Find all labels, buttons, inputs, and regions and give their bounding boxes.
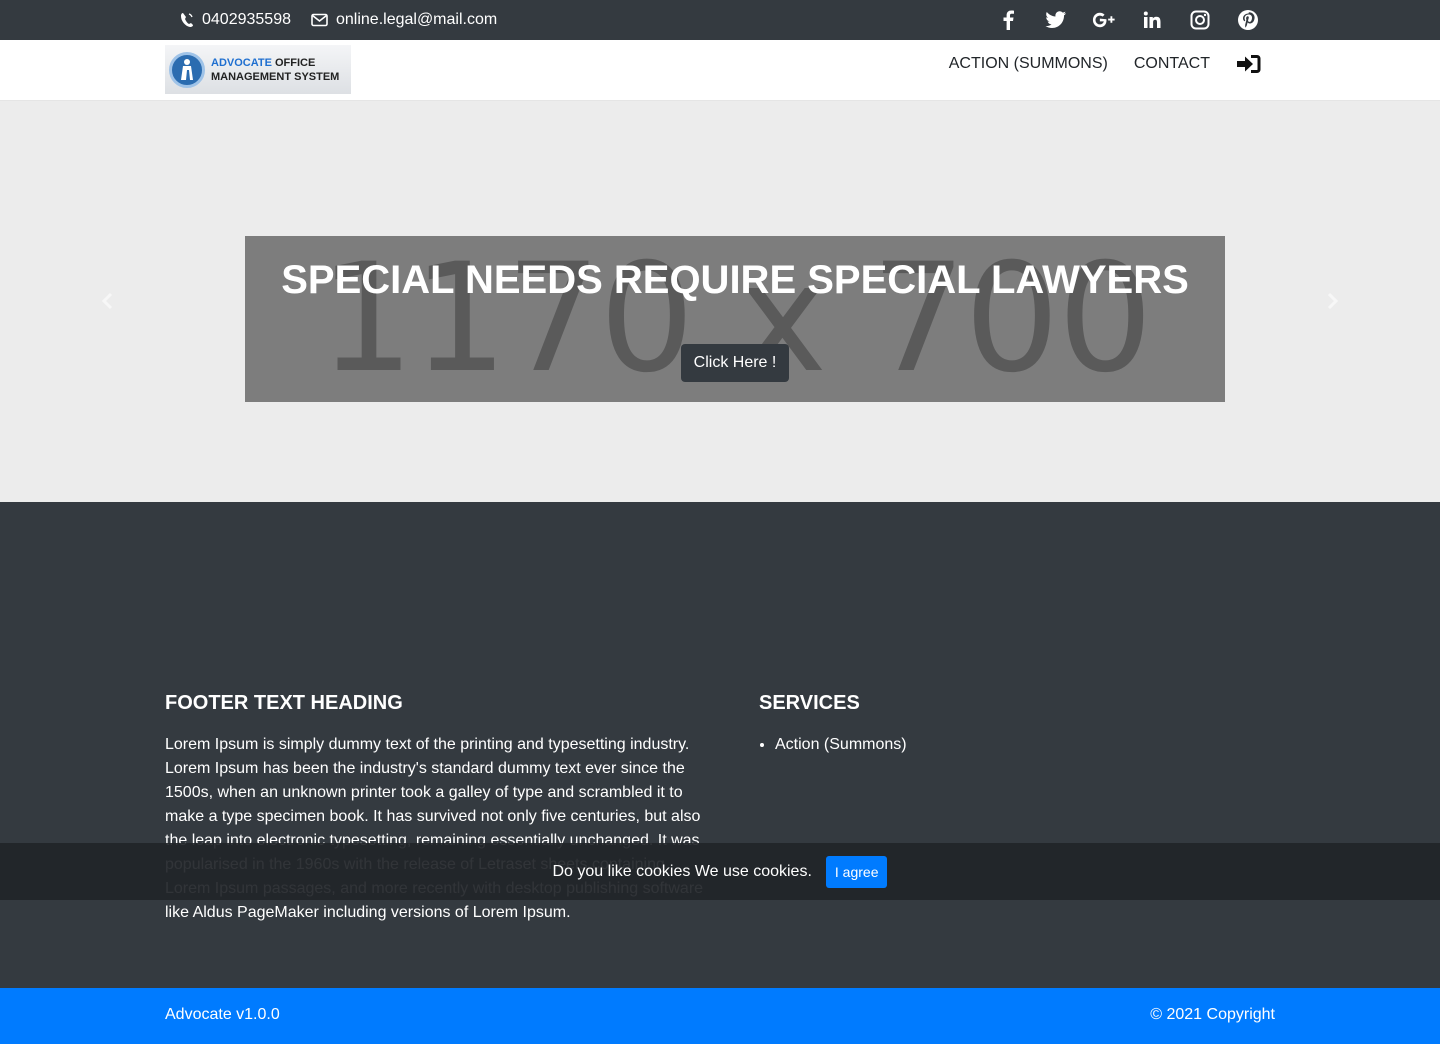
logo-text-advocate: ADVOCATE bbox=[211, 56, 272, 69]
social-links bbox=[972, 0, 1260, 40]
bottom-bar: Advocate v1.0.0 © 2021 Copyright bbox=[0, 988, 1440, 1044]
logo-text: ADVOCATE OFFICE MANAGEMENT SYSTEM bbox=[211, 56, 339, 84]
services-list: Action (Summons) bbox=[759, 733, 1275, 757]
logo-emblem-icon bbox=[169, 51, 205, 88]
click-here-button[interactable]: Click Here ! bbox=[681, 344, 789, 382]
twitter-icon[interactable] bbox=[1044, 8, 1068, 32]
cookie-consent-bar: Do you like cookies We use cookies. I ag… bbox=[0, 843, 1440, 900]
main-navbar: ADVOCATE OFFICE MANAGEMENT SYSTEM ACTION… bbox=[0, 40, 1440, 101]
facebook-icon[interactable] bbox=[996, 8, 1020, 32]
email-address: online.legal@mail.com bbox=[335, 11, 498, 28]
site-footer: FOOTER TEXT HEADING Lorem Ipsum is simpl… bbox=[0, 502, 1440, 988]
email-contact[interactable]: online.legal@mail.com bbox=[311, 11, 497, 29]
phone-number: 0402935598 bbox=[202, 11, 291, 28]
nav-item-action-summons[interactable]: ACTION (SUMMONS) bbox=[949, 55, 1108, 73]
services-item-action-summons[interactable]: Action (Summons) bbox=[775, 733, 1275, 757]
app-version: Advocate v1.0.0 bbox=[165, 1006, 280, 1023]
linkedin-icon[interactable] bbox=[1140, 8, 1164, 32]
site-logo[interactable]: ADVOCATE OFFICE MANAGEMENT SYSTEM bbox=[165, 45, 351, 94]
phone-icon bbox=[181, 13, 193, 27]
i-agree-button[interactable]: I agree bbox=[825, 855, 888, 888]
phone-contact[interactable]: 0402935598 bbox=[180, 11, 291, 29]
logo-text-management: MANAGEMENT SYSTEM bbox=[211, 70, 340, 83]
contact-info: 0402935598 online.legal@mail.com bbox=[180, 0, 517, 40]
carousel-next-icon[interactable] bbox=[1322, 291, 1342, 311]
instagram-icon[interactable] bbox=[1188, 8, 1212, 32]
carousel-prev-icon[interactable] bbox=[98, 291, 118, 311]
google-plus-icon[interactable] bbox=[1092, 8, 1116, 32]
carousel-slide: 1170 x 700 SPECIAL NEEDS REQUIRE SPECIAL… bbox=[245, 236, 1225, 402]
copyright-text: © 2021 Copyright bbox=[1150, 1006, 1275, 1023]
footer-services-column: SERVICES Action (Summons) bbox=[759, 692, 1275, 757]
hero-carousel: 1170 x 700 SPECIAL NEEDS REQUIRE SPECIAL… bbox=[0, 101, 1440, 502]
top-contact-bar: 0402935598 online.legal@mail.com bbox=[0, 0, 1440, 40]
nav-item-contact[interactable]: CONTACT bbox=[1134, 55, 1210, 73]
services-heading: SERVICES bbox=[759, 692, 860, 714]
envelope-icon bbox=[311, 13, 328, 27]
logo-text-office: OFFICE bbox=[274, 56, 316, 69]
sign-in-icon[interactable] bbox=[1236, 53, 1262, 75]
nav-menu: ACTION (SUMMONS) CONTACT bbox=[923, 40, 1262, 88]
footer-text-heading: FOOTER TEXT HEADING bbox=[165, 692, 403, 714]
pinterest-icon[interactable] bbox=[1236, 8, 1260, 32]
slide-title: SPECIAL NEEDS REQUIRE SPECIAL LAWYERS bbox=[281, 258, 1189, 302]
cookie-message: Do you like cookies We use cookies. bbox=[552, 862, 812, 880]
